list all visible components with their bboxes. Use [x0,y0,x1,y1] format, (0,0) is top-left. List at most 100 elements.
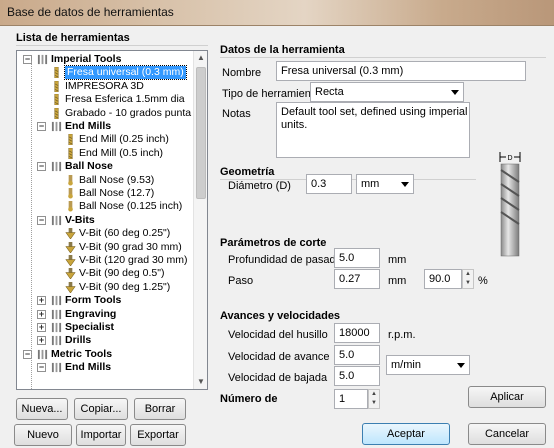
tree-item-label: V-Bit (90 grad 30 mm) [79,240,182,253]
end-mill-icon [54,67,59,79]
geometry-title: Geometría [220,166,275,178]
tool-data-title: Datos de la herramienta [220,44,345,56]
spindle-speed-input[interactable]: 18000 [334,323,380,343]
tool-number-spinner[interactable]: ▲ ▼ [368,389,380,409]
chevron-down-icon [401,182,409,187]
step-unit: mm [388,275,407,287]
tool-type-value: Recta [315,86,344,98]
expand-icon[interactable]: + [37,336,46,346]
tool-list-title: Lista de herramientas [16,32,130,44]
spindle-speed-unit: r.p.m. [388,329,416,341]
tree-item[interactable]: V-Bit (60 deg 0.25") [17,227,194,240]
collapse-icon[interactable]: − [37,215,46,225]
cutting-params-title: Parámetros de corte [220,237,327,249]
folder-tools-icon [51,363,62,373]
tree-group[interactable]: + Engraving [17,308,194,321]
tree-item[interactable]: Fresa universal (0.3 mm) [17,65,194,81]
tree-group[interactable]: − Ball Nose [17,160,194,173]
spin-up-icon[interactable]: ▲ [369,390,379,399]
collapse-icon[interactable]: − [37,162,46,172]
tree-group[interactable]: + Form Tools [17,294,194,307]
tree-item[interactable]: End Mill (0.25 inch) [17,133,194,146]
tree-group[interactable]: + Drills [17,334,194,347]
delete-tool-button[interactable]: Borrar [134,398,186,420]
scroll-up-arrow-icon[interactable]: ▲ [195,51,207,65]
tree-item-label: End Mill (0.5 inch) [79,146,164,159]
tree-item[interactable]: Ball Nose (12.7) [17,187,194,200]
tree-item[interactable]: IMPRESORA 3D [17,80,194,93]
folder-tools-icon [51,162,62,172]
expand-icon[interactable]: + [37,296,46,306]
v-bit-icon [65,241,76,253]
new-tool-button[interactable]: Nueva... [16,398,68,420]
tree-group[interactable]: − Metric Tools [17,348,194,361]
tree-group[interactable]: − V-Bits [17,214,194,227]
tree-group[interactable]: − Imperial Tools [17,53,194,66]
tree-item-label: End Mill (0.25 inch) [79,133,169,146]
collapse-icon[interactable]: − [37,363,46,373]
tree-item-label: Ball Nose (0.125 inch) [79,200,183,213]
folder-tools-icon [37,54,48,65]
geometry-units-dropdown[interactable]: mm [356,174,414,194]
tree-item[interactable]: Ball Nose (9.53) [17,174,194,187]
expand-icon[interactable]: + [37,323,46,332]
scroll-down-arrow-icon[interactable]: ▼ [195,375,207,389]
spin-up-icon[interactable]: ▲ [463,270,473,279]
accept-button[interactable]: Aceptar [362,423,450,445]
tree-item[interactable]: V-Bit (120 grad 30 mm) [17,254,194,267]
collapse-icon[interactable]: − [37,122,46,131]
expand-icon[interactable]: + [37,309,46,319]
tree-item[interactable]: Fresa Esferica 1.5mm dia [17,93,194,106]
tree-item-label: Engraving [65,307,117,320]
tree-item-label: Form Tools [65,294,122,307]
v-bit-icon [65,281,76,293]
tool-type-dropdown[interactable]: Recta [310,82,464,102]
spin-down-icon[interactable]: ▼ [463,279,473,288]
feed-rate-input[interactable]: 5.0 [334,345,380,365]
diameter-input[interactable]: 0.3 [306,174,352,194]
stepover-input[interactable]: 0.27 [334,269,380,289]
import-button[interactable]: Importar [76,424,126,446]
notes-textarea[interactable]: Default tool set, defined using imperial… [276,102,470,158]
tree-item-label: V-Bits [65,213,95,226]
cancel-button[interactable]: Cancelar [468,423,546,445]
tree-item[interactable]: V-Bit (90 grad 30 mm) [17,241,194,254]
feeds-speeds-title: Avances y velocidades [220,310,341,322]
tree-item[interactable]: Grabado - 10 grados punta 0.4 [17,107,194,120]
tree-item-label: V-Bit (90 deg 0.5") [79,267,165,280]
spin-down-icon[interactable]: ▼ [369,399,379,408]
tree-item-label: V-Bit (120 grad 30 mm) [79,254,188,266]
export-button[interactable]: Exportar [130,424,186,446]
plunge-rate-input[interactable]: 5.0 [334,366,380,386]
geometry-units-value: mm [361,178,380,190]
pass-depth-input[interactable]: 5.0 [334,248,380,268]
tool-tree[interactable]: − Imperial Tools Fresa universal (0.3 mm) I… [16,50,208,390]
folder-tools-icon [51,322,62,333]
copy-tool-button[interactable]: Copiar... [74,398,128,420]
tree-item[interactable]: V-Bit (90 deg 0.5") [17,267,194,280]
tree-group[interactable]: + Specialist [17,321,194,334]
depth-label: Profundidad de pasada [228,254,342,266]
tool-tree-scrollbar[interactable]: ▲ ▼ [193,51,207,389]
scrollbar-thumb[interactable] [196,67,206,199]
end-mill-diagram: D [499,152,521,257]
feed-units-dropdown[interactable]: m/min [386,355,470,375]
folder-tools-icon [51,309,62,319]
tree-group[interactable]: − End Mills [17,120,194,133]
apply-button[interactable]: Aplicar [468,386,546,408]
tool-number-input[interactable]: 1 [334,389,368,409]
tree-item-label: Ball Nose (12.7) [79,187,155,199]
tree-item[interactable]: End Mill (0.5 inch) [17,147,194,160]
new-group-button[interactable]: Nuevo Grupo [14,424,72,446]
tree-item-label: Fresa universal (0.3 mm) [64,65,187,81]
stepover-percent-input[interactable]: 90.0 [424,269,462,289]
tree-group[interactable]: − End Mills [17,361,194,374]
tool-name-input[interactable]: Fresa universal (0.3 mm) [276,61,526,81]
tree-item[interactable]: V-Bit (90 deg 1.25") [17,281,194,294]
ball-nose-icon [68,201,73,212]
tree-item[interactable]: Ball Nose (0.125 inch) [17,200,194,213]
stepover-percent-spinner[interactable]: ▲ ▼ [462,269,474,289]
folder-tools-icon [51,215,62,225]
tree-item-label: Imperial Tools [51,53,122,65]
tool-data-divider [220,57,546,58]
